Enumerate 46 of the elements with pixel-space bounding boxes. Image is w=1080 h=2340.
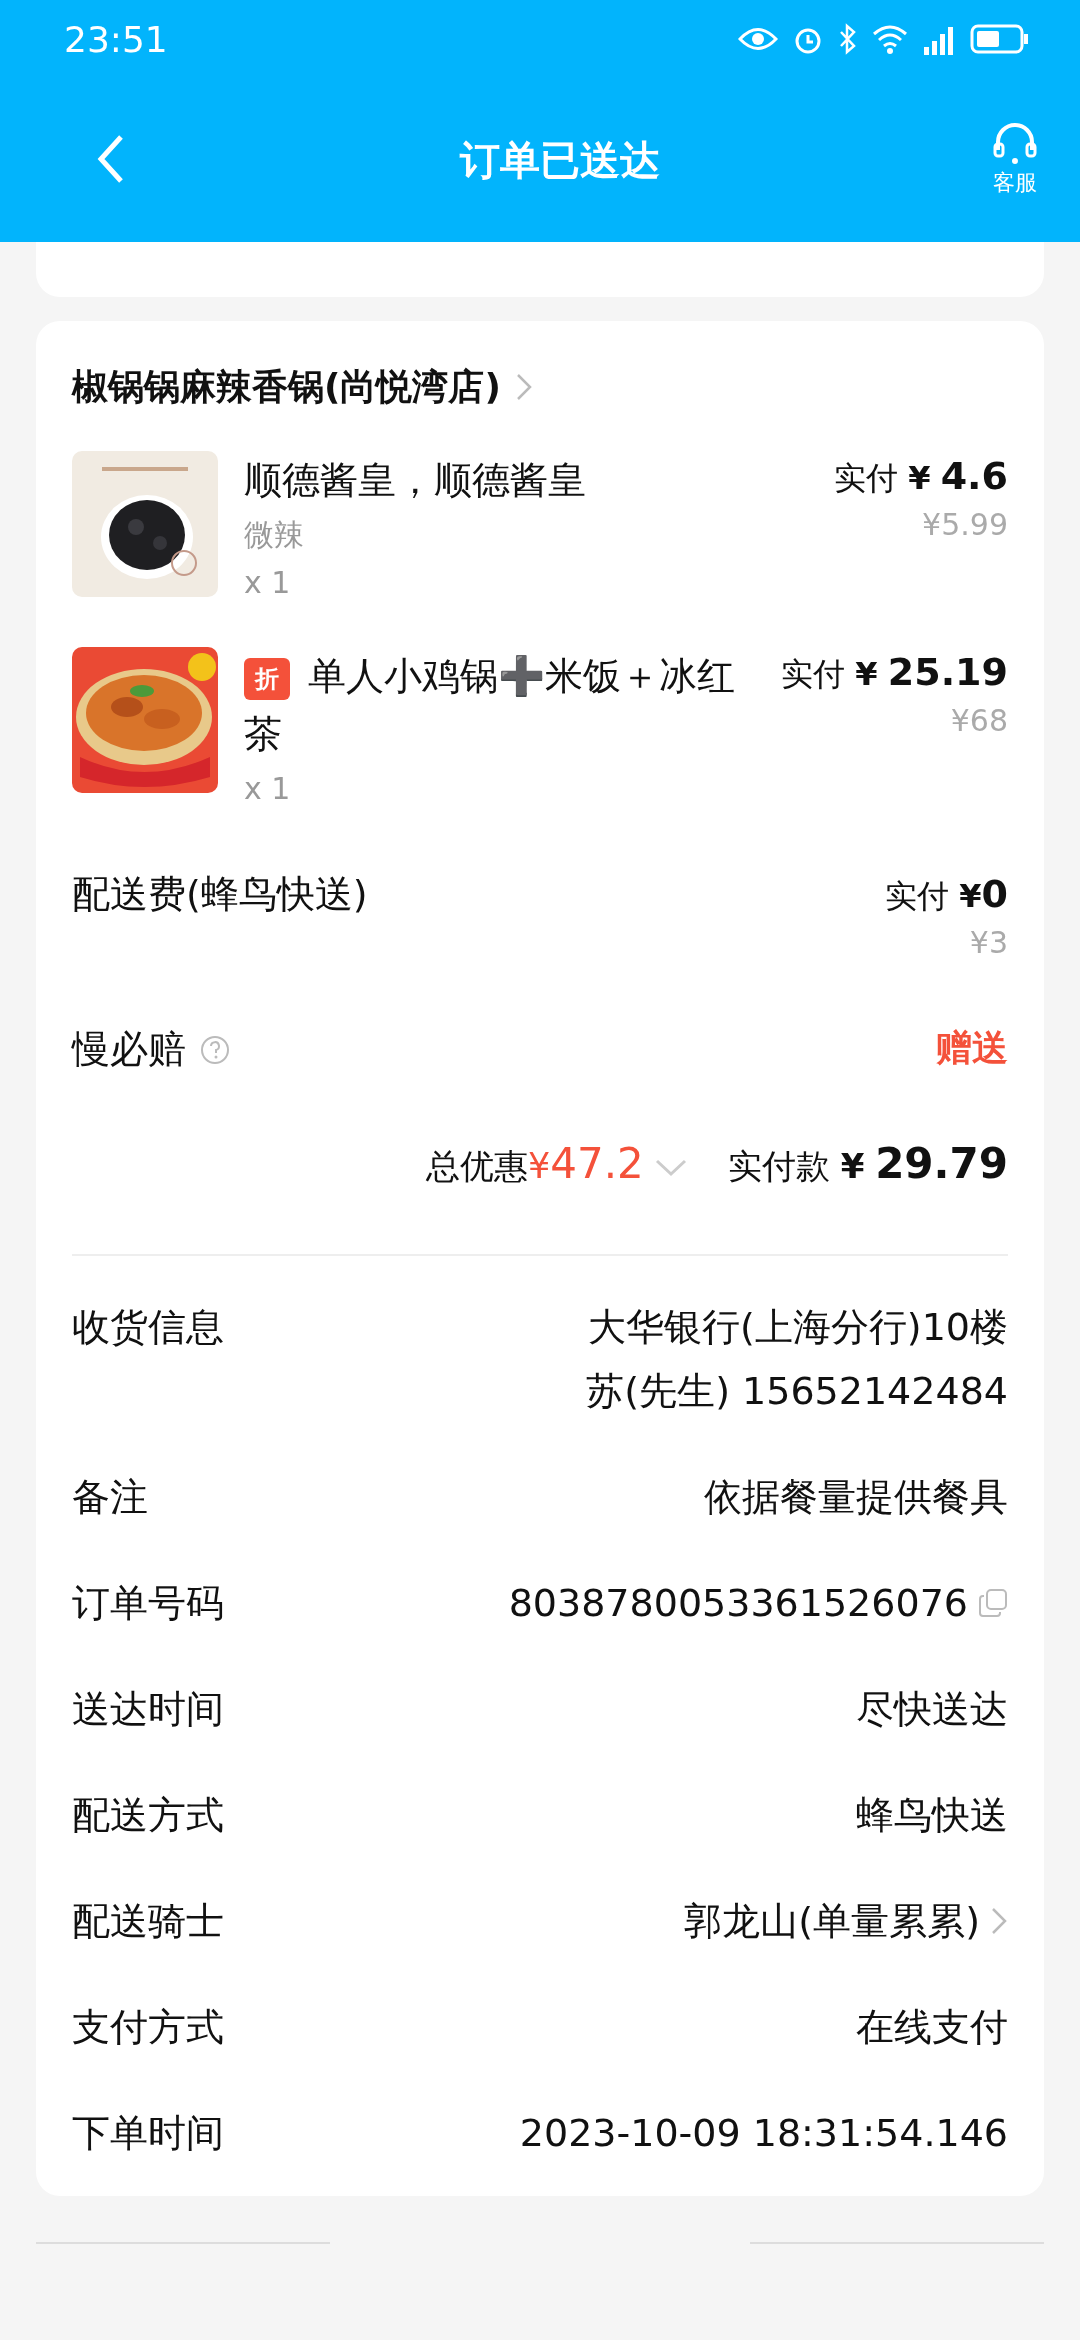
info-value: 大华银行(上海分行)10楼	[588, 1304, 1008, 1351]
info-value: 尽快送达	[856, 1686, 1008, 1733]
item-quantity: x 1	[244, 770, 292, 808]
page-title: 订单已送达	[460, 135, 660, 185]
eye-icon	[738, 26, 778, 52]
item-name: 顺德酱皇，顺德酱皇	[244, 457, 587, 504]
info-label: 备注	[72, 1474, 148, 1521]
bluetooth-icon	[838, 23, 858, 55]
info-label: 配送方式	[72, 1792, 224, 1839]
guarantee-value: 赠送	[936, 1026, 1008, 1070]
original-price: ¥3	[969, 925, 1008, 960]
original-price: ¥68	[950, 703, 1008, 738]
wifi-icon	[872, 24, 908, 54]
status-time: 23:51	[64, 18, 168, 60]
info-label: 收货信息	[72, 1304, 224, 1351]
info-value: 在线支付	[856, 2004, 1008, 2051]
chevron-right-icon	[990, 1906, 1008, 1936]
info-value[interactable]: 郭龙山(单量累累)	[684, 1892, 980, 1950]
chevron-down-icon[interactable]	[653, 1158, 688, 1178]
info-value: 苏(先生) 15652142484	[586, 1368, 1008, 1415]
discount-tag: 折	[244, 657, 290, 700]
item-quantity: x 1	[244, 564, 292, 602]
info-label: 订单号码	[72, 1580, 224, 1627]
info-label: 送达时间	[72, 1686, 224, 1733]
chevron-right-icon	[514, 372, 533, 402]
paid-price: 实付 ¥0	[885, 871, 1008, 918]
item-name: 折 单人小鸡锅➕米饭＋冰红茶	[244, 653, 736, 758]
battery-icon	[970, 24, 1030, 54]
item-spec: 微辣	[244, 516, 305, 554]
delivery-fee-label: 配送费(蜂鸟快送)	[72, 871, 368, 918]
copy-icon[interactable]	[978, 1588, 1008, 1618]
info-value: 8038780053361526076	[508, 1580, 968, 1627]
info-value: 蜂鸟快送	[856, 1792, 1008, 1839]
total-discount: 总优惠¥47.2	[426, 1139, 644, 1190]
info-label: 下单时间	[72, 2110, 224, 2157]
total-paid: 实付款 ¥ 29.79	[727, 1139, 1008, 1190]
help-icon[interactable]	[200, 1034, 230, 1065]
info-value: 2023-10-09 18:31:54.146	[519, 2110, 1008, 2157]
paid-price: 实付 ¥ 4.6	[834, 453, 1008, 500]
store-link[interactable]: 椒锅锅麻辣香锅(尚悦湾店)	[72, 351, 533, 423]
guarantee-label: 慢必赔	[72, 1026, 186, 1073]
info-value: 依据餐量提供餐具	[704, 1474, 1008, 1521]
info-label: 支付方式	[72, 2004, 224, 2051]
paid-price: 实付 ¥ 25.19	[781, 649, 1008, 696]
original-price: ¥5.99	[922, 507, 1008, 542]
info-label: 配送骑士	[72, 1898, 224, 1945]
